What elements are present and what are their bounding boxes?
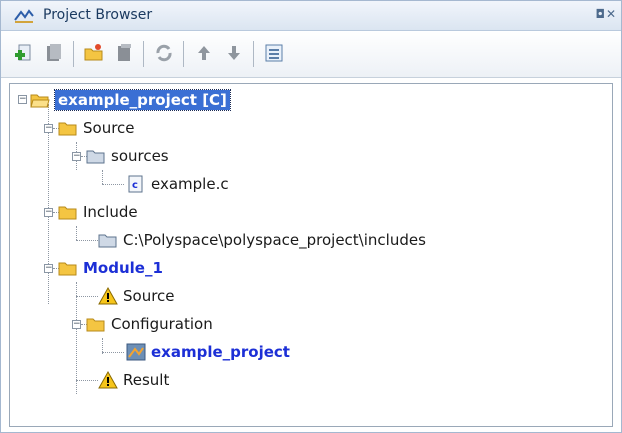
configuration-file-icon [126, 343, 146, 361]
config-item-label: example_project [151, 343, 290, 361]
tree-node-configuration[interactable]: Configuration [86, 313, 213, 335]
window-title: Project Browser [43, 7, 153, 23]
expander-sources[interactable]: − [72, 152, 81, 161]
tree-line [76, 380, 98, 381]
project-tree[interactable]: − − − − − − example_project [C] Source s… [9, 83, 613, 427]
folder-icon [58, 122, 77, 136]
expander-source[interactable]: − [44, 124, 53, 133]
expander-configuration[interactable]: − [72, 320, 81, 329]
folder-blue-icon [86, 150, 105, 164]
c-file-icon: c [128, 175, 143, 193]
move-up-button[interactable] [191, 40, 217, 66]
tree-line [102, 170, 103, 184]
tree-node-root[interactable]: example_project [C] [30, 89, 231, 111]
expander-module[interactable]: − [44, 264, 53, 273]
tree-line [102, 184, 124, 185]
open-folder-button[interactable] [81, 40, 107, 66]
folder-icon [58, 206, 77, 220]
expander-root[interactable]: − [18, 95, 27, 104]
tree-node-module[interactable]: Module_1 [58, 257, 163, 279]
toolbar [1, 31, 621, 78]
database-icon [47, 44, 61, 61]
warning-icon [98, 371, 118, 389]
tree-line [102, 352, 124, 353]
toolbar-separator [143, 41, 144, 67]
project-properties-button[interactable] [41, 40, 67, 66]
tree-node-file[interactable]: c example.c [126, 173, 229, 195]
tree-line [76, 240, 98, 241]
root-label: example_project [C] [54, 89, 231, 111]
project-browser-icon [14, 9, 34, 23]
file-label: example.c [151, 175, 229, 193]
refresh-icon [156, 44, 172, 62]
module-label: Module_1 [83, 259, 163, 277]
toolbar-separator [253, 41, 254, 67]
refresh-button[interactable] [151, 40, 177, 66]
copy-button[interactable] [111, 40, 137, 66]
folder-open-icon [84, 44, 103, 61]
tree-node-include[interactable]: Include [58, 201, 138, 223]
expander-include[interactable]: − [44, 208, 53, 217]
folder-blue-icon [98, 234, 117, 248]
window-controls[interactable]: ◘✕ [595, 7, 617, 21]
list-icon [265, 44, 283, 62]
tree-line [48, 104, 49, 304]
tree-node-sources[interactable]: sources [86, 145, 169, 167]
tree-node-config-item[interactable]: example_project [126, 341, 290, 363]
project-browser-panel: Project Browser ◘✕ − − − − − − example_p… [0, 0, 622, 433]
tree-line [76, 296, 98, 297]
tree-node-module-source[interactable]: Source [98, 285, 175, 307]
svg-text:c: c [132, 180, 138, 191]
arrow-down-icon [228, 46, 240, 60]
warning-icon [98, 287, 118, 305]
new-project-button[interactable] [11, 40, 37, 66]
include-path-label: C:\Polyspace\polyspace_project\includes [123, 231, 426, 249]
move-down-button[interactable] [221, 40, 247, 66]
configuration-label: Configuration [111, 315, 213, 333]
result-label: Result [123, 371, 170, 389]
title-bar: Project Browser ◘✕ [1, 1, 621, 31]
tree-line [76, 226, 77, 240]
tree-node-result[interactable]: Result [98, 369, 169, 391]
source-label: Source [83, 119, 135, 137]
toolbar-separator [73, 41, 74, 67]
copy-icon [118, 44, 131, 61]
project-folder-icon [30, 94, 50, 108]
tree-line [76, 282, 77, 394]
folder-icon [86, 318, 105, 332]
sources-label: sources [111, 147, 169, 165]
include-label: Include [83, 203, 138, 221]
module-source-label: Source [123, 287, 175, 305]
toolbar-separator [183, 41, 184, 67]
tree-node-include-path[interactable]: C:\Polyspace\polyspace_project\includes [98, 229, 426, 251]
arrow-up-icon [198, 46, 210, 60]
add-icon [15, 44, 31, 61]
folder-icon [58, 262, 77, 276]
view-list-button[interactable] [261, 40, 287, 66]
tree-node-source[interactable]: Source [58, 117, 135, 139]
